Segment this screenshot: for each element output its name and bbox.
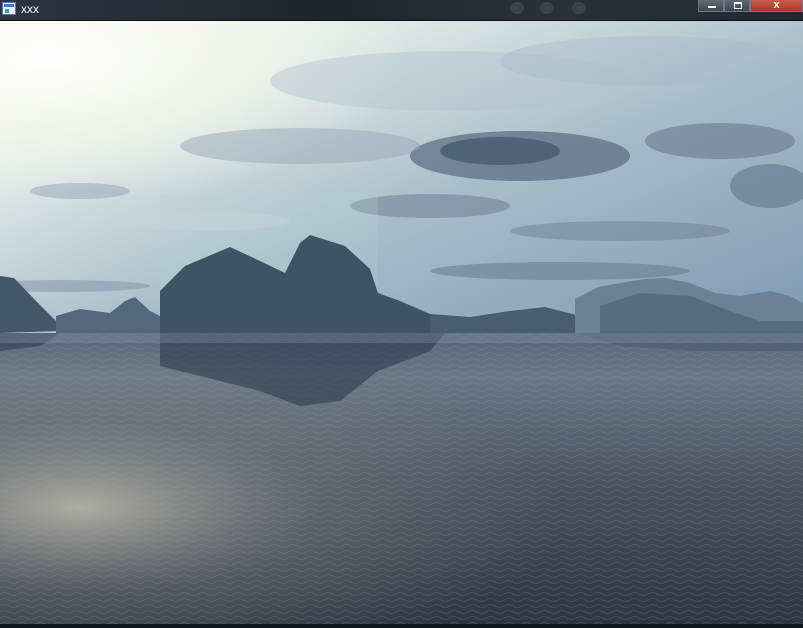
- landscape-scene: [0, 21, 803, 624]
- minimize-icon: [708, 6, 716, 8]
- render-viewport[interactable]: [0, 21, 803, 624]
- background-window-blur: [510, 2, 524, 14]
- window-bottom-border: [0, 624, 803, 628]
- background-window-blur: [540, 2, 554, 14]
- minimize-button[interactable]: [698, 0, 724, 12]
- background-window-blur: [572, 2, 586, 14]
- app-icon[interactable]: [2, 2, 16, 15]
- maximize-icon: [734, 2, 742, 9]
- title-bar[interactable]: xxx x: [0, 0, 803, 21]
- close-button[interactable]: x: [750, 0, 803, 12]
- maximize-button[interactable]: [724, 0, 750, 12]
- window-title: xxx: [21, 2, 39, 16]
- close-icon: x: [773, 0, 780, 11]
